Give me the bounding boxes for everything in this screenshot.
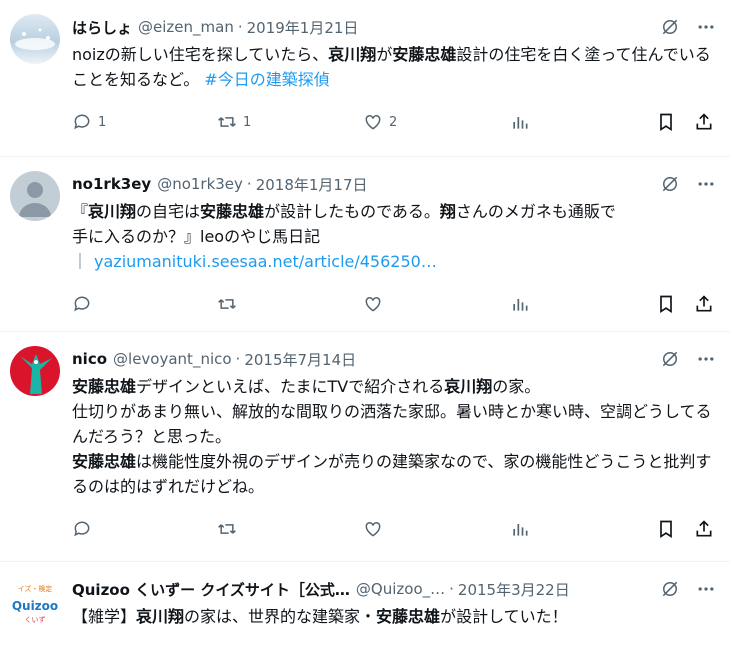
separator: ·: [246, 175, 252, 193]
avatar[interactable]: [10, 14, 60, 64]
reply-icon: [74, 521, 90, 537]
tweet-date[interactable]: 2018年1月17日: [256, 174, 368, 195]
avatar[interactable]: イズ・検定 Quizoo くいず: [10, 580, 60, 630]
user-handle[interactable]: @no1rk3ey: [157, 175, 243, 193]
grok-icon[interactable]: [660, 579, 680, 599]
analytics-icon: [513, 524, 528, 536]
analytics-icon: [513, 299, 528, 311]
tweet-text: 【雑学】哀川翔の家は、世界的な建築家・安藤忠雄が設計していた！: [72, 607, 568, 626]
tweet-date[interactable]: 2015年7月14日: [244, 349, 356, 370]
grok-icon[interactable]: [660, 17, 680, 37]
bookmark-button[interactable]: [656, 112, 676, 132]
user-handle[interactable]: @Quizoo_…: [356, 580, 445, 598]
reply-button[interactable]: 1: [72, 112, 106, 132]
share-icon: [696, 113, 712, 130]
separator: ·: [449, 580, 454, 598]
tweet-text: 安藤忠雄デザインといえば、たまにTVで紹介される哀川翔の家。 仕切りがあまり無い…: [72, 377, 712, 496]
reply-count: 1: [98, 114, 107, 130]
tweet-text: noizの新しい住宅を探していたら、哀川翔が安藤忠雄設計の住宅を白く塗って住んで…: [72, 45, 711, 89]
share-button[interactable]: [694, 519, 714, 539]
header-icons: [660, 17, 716, 37]
retweet-button[interactable]: [217, 519, 237, 539]
tweet[interactable]: はらしょ @eizen_man · 2019年1月21日 noizの新しい住宅を…: [0, 0, 730, 157]
tweet-actions: [72, 274, 714, 330]
views-button[interactable]: [510, 519, 530, 539]
retweet-count: 1: [243, 114, 252, 130]
quote-bar: ｜: [72, 252, 89, 271]
bookmark-button[interactable]: [656, 294, 676, 314]
share-button[interactable]: [694, 112, 714, 132]
avatar[interactable]: [10, 346, 60, 396]
grok-icon[interactable]: [660, 349, 680, 369]
like-button[interactable]: 2: [363, 112, 397, 132]
analytics-icon: [513, 117, 528, 129]
svg-text:Quizoo: Quizoo: [12, 599, 58, 613]
views-button[interactable]: [510, 112, 530, 132]
reply-button[interactable]: [72, 294, 92, 314]
retweet-icon: [218, 524, 236, 534]
separator: ·: [235, 350, 241, 368]
display-name[interactable]: はらしょ: [72, 17, 132, 38]
more-options-icon[interactable]: [696, 17, 716, 37]
heart-icon: [365, 114, 381, 130]
like-button[interactable]: [363, 519, 383, 539]
more-options-icon[interactable]: [696, 349, 716, 369]
tweet-text: 『哀川翔の自宅は安藤忠雄が設計したものである。翔さんのメガネも通販で 手に入るの…: [72, 202, 616, 271]
tweet-actions: [72, 499, 714, 555]
header-icons: [660, 349, 716, 369]
retweet-icon: [218, 299, 236, 309]
avatar-image: [20, 354, 52, 394]
reply-icon: [74, 114, 90, 130]
tweet-actions: 1 1 2: [72, 92, 714, 148]
tweet[interactable]: イズ・検定 Quizoo くいず Quizoo くいずー クイズサイト［公式… …: [0, 562, 730, 648]
quizoo-logo: イズ・検定 Quizoo くいず: [12, 584, 58, 624]
share-icon: [696, 520, 712, 537]
heart-icon: [365, 296, 381, 312]
avatar[interactable]: [10, 171, 60, 221]
svg-text:イズ・検定: イズ・検定: [18, 584, 53, 593]
grok-icon[interactable]: [660, 174, 680, 194]
svg-text:くいず: くいず: [25, 615, 46, 624]
tweet[interactable]: nico @levoyant_nico · 2015年7月14日 安藤忠雄デザイ…: [0, 332, 730, 562]
header-icons: [660, 174, 716, 194]
reply-button[interactable]: [72, 519, 92, 539]
user-handle[interactable]: @levoyant_nico: [113, 350, 232, 368]
tweet-header: nico @levoyant_nico · 2015年7月14日: [72, 344, 714, 374]
bookmark-icon: [660, 520, 672, 539]
views-button[interactable]: [510, 294, 530, 314]
tweet-date[interactable]: 2019年1月21日: [247, 17, 359, 38]
like-count: 2: [389, 114, 398, 130]
display-name[interactable]: Quizoo くいずー クイズサイト［公式…: [72, 579, 350, 600]
tweet-header: no1rk3ey @no1rk3ey · 2018年1月17日: [72, 169, 714, 199]
bookmark-icon: [660, 113, 672, 132]
more-options-icon[interactable]: [696, 174, 716, 194]
tweet-header: Quizoo くいずー クイズサイト［公式… @Quizoo_… · 2015年…: [72, 574, 652, 604]
display-name[interactable]: nico: [72, 350, 107, 368]
retweet-icon: [218, 117, 236, 127]
tweet-date[interactable]: 2015年3月22日: [458, 579, 570, 600]
more-options-icon[interactable]: [696, 579, 716, 599]
separator: ·: [237, 18, 243, 36]
heart-icon: [365, 521, 381, 537]
share-button[interactable]: [694, 294, 714, 314]
default-avatar-icon: [19, 182, 51, 217]
reply-icon: [74, 296, 90, 312]
retweet-button[interactable]: 1: [217, 112, 251, 132]
retweet-button[interactable]: [217, 294, 237, 314]
bookmark-icon: [660, 295, 672, 314]
share-icon: [696, 295, 712, 312]
tweet-header: はらしょ @eizen_man · 2019年1月21日: [72, 12, 714, 42]
external-link[interactable]: yaziumanituki.seesaa.net/article/456250…: [94, 252, 437, 271]
avatar-image: [15, 28, 55, 50]
display-name[interactable]: no1rk3ey: [72, 175, 151, 193]
hashtag-link[interactable]: #今日の建築探偵: [204, 70, 329, 89]
like-button[interactable]: [363, 294, 383, 314]
tweet[interactable]: no1rk3ey @no1rk3ey · 2018年1月17日 『哀川翔の自宅は…: [0, 157, 730, 332]
header-icons: [660, 579, 716, 599]
user-handle[interactable]: @eizen_man: [138, 18, 234, 36]
bookmark-button[interactable]: [656, 519, 676, 539]
